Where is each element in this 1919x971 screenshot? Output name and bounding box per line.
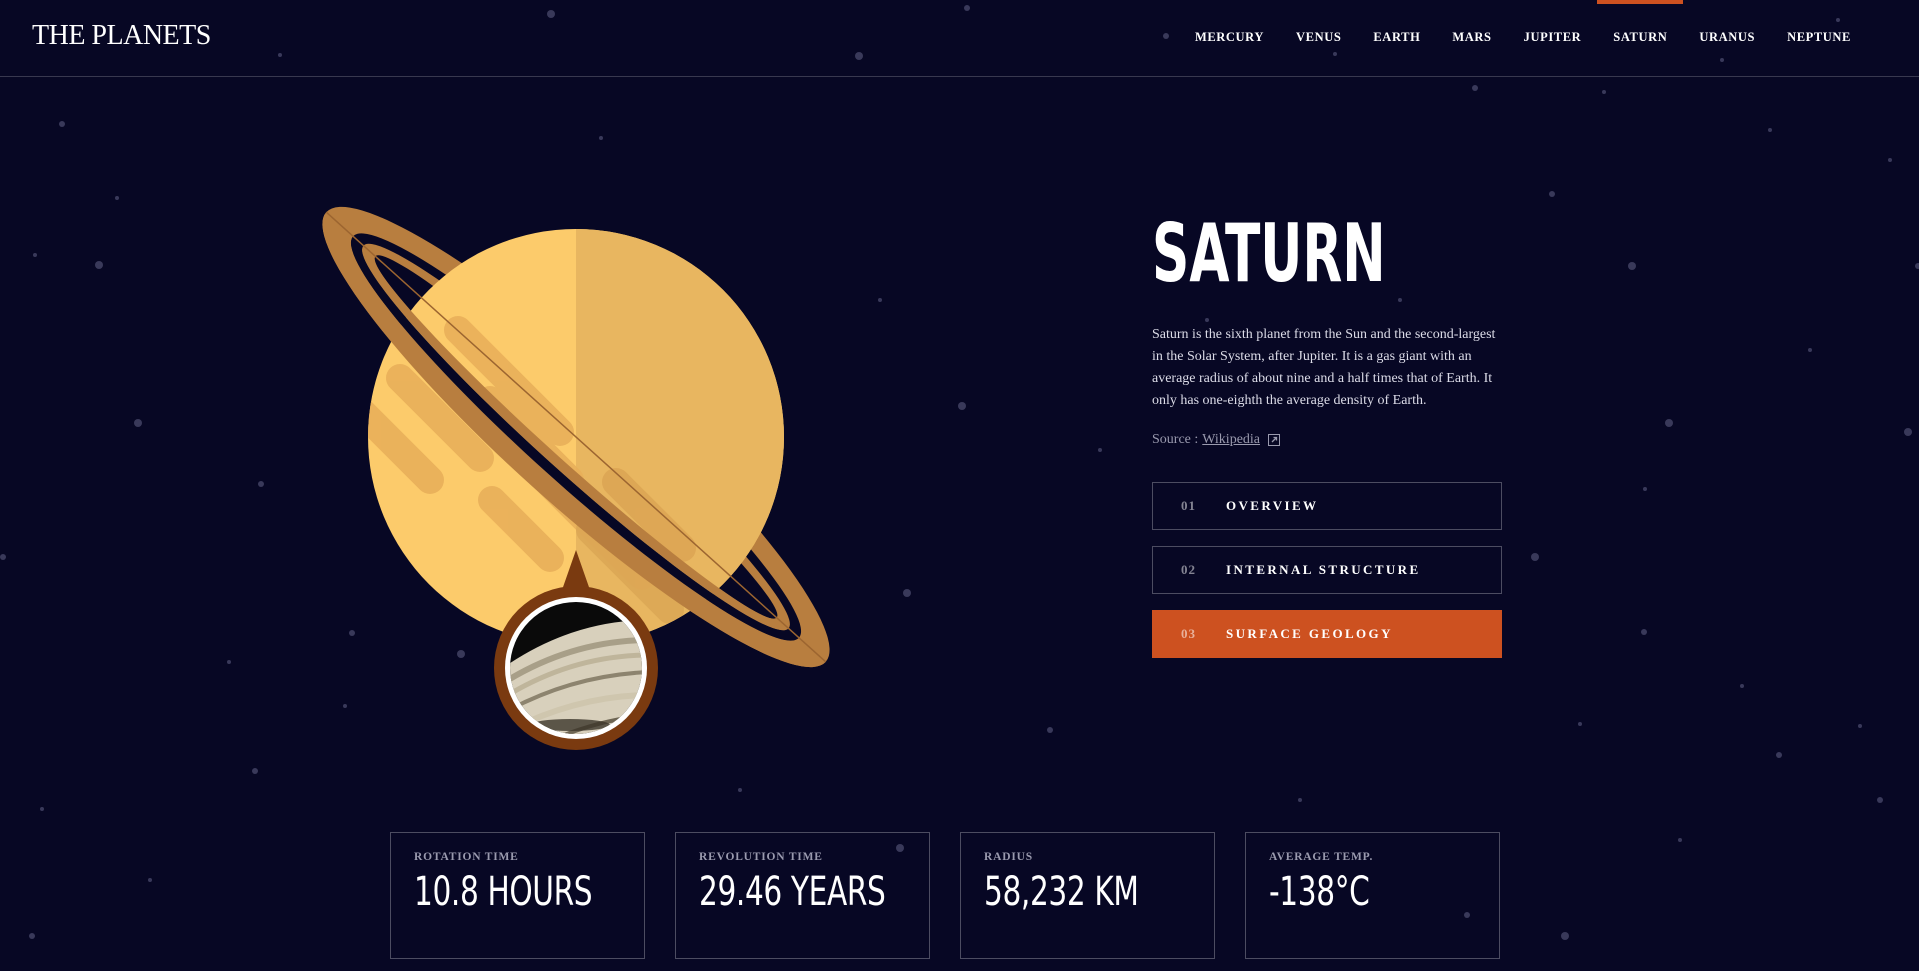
source-line: Source : Wikipedia	[1152, 432, 1502, 448]
stat-label: RADIUS	[984, 851, 1033, 863]
nav-item-neptune[interactable]: NEPTUNE	[1771, 0, 1867, 77]
stat-value: 10.8 HOURS	[414, 869, 593, 915]
stat-label: ROTATION TIME	[414, 851, 519, 863]
nav-item-mars[interactable]: MARS	[1436, 0, 1507, 77]
tab-number: 01	[1181, 498, 1196, 513]
nav-item-uranus[interactable]: URANUS	[1683, 0, 1771, 77]
nav-item-mercury[interactable]: MERCURY	[1179, 0, 1280, 77]
source-label: Source :	[1152, 432, 1199, 447]
tab-overview[interactable]: 01 OVERVIEW	[1152, 482, 1502, 530]
tab-number: 03	[1181, 626, 1196, 641]
planet-info: SATURN Saturn is the sixth planet from t…	[1152, 208, 1502, 658]
nav-item-venus[interactable]: VENUS	[1280, 0, 1357, 77]
stat-value: 58,232 KM	[984, 869, 1139, 915]
stat-revolution-time: REVOLUTION TIME 29.46 YEARS	[675, 832, 930, 959]
view-tabs: 01 OVERVIEW 02 INTERNAL STRUCTURE 03 SUR…	[1152, 482, 1502, 658]
stat-value: -138°C	[1269, 869, 1370, 915]
stat-radius: RADIUS 58,232 KM	[960, 832, 1215, 959]
site-header: THE PLANETS MERCURY VENUS EARTH MARS JUP…	[0, 0, 1919, 77]
tab-surface-geology[interactable]: 03 SURFACE GEOLOGY	[1152, 610, 1502, 658]
tab-label: OVERVIEW	[1226, 498, 1319, 513]
planet-description: Saturn is the sixth planet from the Sun …	[1152, 327, 1496, 408]
stat-label: AVERAGE TEMP.	[1269, 851, 1374, 863]
tab-number: 02	[1181, 562, 1196, 577]
planet-nav: MERCURY VENUS EARTH MARS JUPITER SATURN …	[1179, 0, 1867, 77]
page: THE PLANETS MERCURY VENUS EARTH MARS JUP…	[0, 0, 1919, 971]
nav-item-earth[interactable]: EARTH	[1357, 0, 1436, 77]
tab-label: SURFACE GEOLOGY	[1226, 626, 1393, 641]
external-link-icon[interactable]	[1268, 434, 1281, 446]
stat-label: REVOLUTION TIME	[699, 851, 823, 863]
tab-internal-structure[interactable]: 02 INTERNAL STRUCTURE	[1152, 546, 1502, 594]
stat-value: 29.46 YEARS	[699, 869, 886, 915]
planet-image	[270, 150, 890, 760]
planet-title: SATURN	[1152, 207, 1386, 300]
stat-average-temp: AVERAGE TEMP. -138°C	[1245, 832, 1500, 959]
stat-rotation-time: ROTATION TIME 10.8 HOURS	[390, 832, 645, 959]
saturn-illustration-icon	[322, 206, 830, 750]
nav-item-saturn[interactable]: SATURN	[1597, 0, 1684, 77]
wikipedia-link[interactable]: Wikipedia	[1202, 432, 1260, 448]
planet-stats: ROTATION TIME 10.8 HOURS REVOLUTION TIME…	[390, 832, 1500, 959]
nav-item-jupiter[interactable]: JUPITER	[1508, 0, 1598, 77]
site-logo[interactable]: THE PLANETS	[32, 20, 211, 52]
tab-label: INTERNAL STRUCTURE	[1226, 562, 1421, 577]
